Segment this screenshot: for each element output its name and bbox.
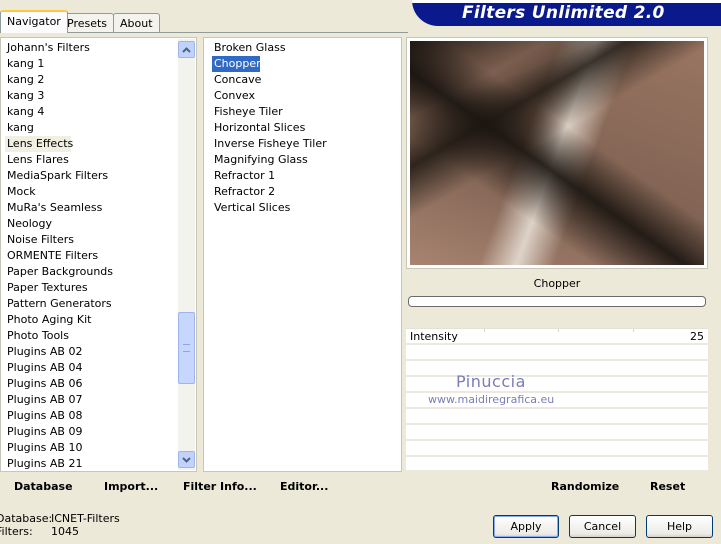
category-item[interactable]: MediaSpark Filters <box>7 168 178 184</box>
arrow-up-icon <box>182 46 191 53</box>
database-button[interactable]: Database <box>14 479 73 495</box>
filter-list-panel[interactable]: Broken Glass Chopper Concave Convex Fisheye … <box>203 37 402 472</box>
tab-navigator[interactable]: Navigator <box>0 10 68 33</box>
slider-tick <box>633 329 634 332</box>
category-list-panel[interactable]: Johann's Filters kang 1 kang 2 kang 3 kang 4… <box>0 37 197 472</box>
param-label: Intensity <box>410 330 458 343</box>
category-item[interactable]: Lens Effects <box>5 136 73 152</box>
scroll-thumb[interactable] <box>178 312 195 384</box>
category-item[interactable]: Plugins AB 02 <box>7 344 178 360</box>
database-label: Database: <box>0 512 53 525</box>
category-item[interactable]: Pattern Generators <box>7 296 178 312</box>
category-list[interactable]: Johann's Filters kang 1 kang 2 kang 3 kang 4… <box>5 40 178 471</box>
watermark-url: www.maidiregrafica.eu <box>428 393 555 406</box>
category-item[interactable]: Paper Textures <box>7 280 178 296</box>
header-banner: Filters Unlimited 2.0 <box>412 0 721 26</box>
param-row <box>406 345 708 361</box>
category-item[interactable]: Plugins AB 04 <box>7 360 178 376</box>
slider-tick <box>484 329 485 332</box>
filter-item[interactable]: Refractor 2 <box>212 184 397 200</box>
preview-image <box>410 41 704 265</box>
tab-about[interactable]: About <box>113 13 160 32</box>
filter-item[interactable]: Vertical Slices <box>212 200 397 216</box>
scroll-down-button[interactable] <box>178 451 195 468</box>
preview-filter-name: Chopper <box>533 277 581 290</box>
category-item[interactable]: Plugins AB 21 <box>7 456 178 471</box>
category-item[interactable]: Johann's Filters <box>7 40 178 56</box>
category-item[interactable]: Photo Tools <box>7 328 178 344</box>
import-button[interactable]: Import... <box>104 479 158 495</box>
param-row[interactable]: Intensity 25 <box>406 329 708 345</box>
category-item[interactable]: Plugins AB 09 <box>7 424 178 440</box>
scroll-up-button[interactable] <box>178 41 195 58</box>
category-item[interactable]: kang 3 <box>7 88 178 104</box>
category-scrollbar[interactable] <box>178 39 195 470</box>
filter-item[interactable]: Refractor 1 <box>212 168 397 184</box>
category-item[interactable]: kang 2 <box>7 72 178 88</box>
filter-item[interactable]: Magnifying Glass <box>212 152 397 168</box>
filter-item[interactable]: Chopper <box>212 56 261 72</box>
category-item[interactable]: Neology <box>7 216 178 232</box>
category-item[interactable]: kang <box>7 120 178 136</box>
category-item[interactable]: ORMENTE Filters <box>7 248 178 264</box>
cancel-button[interactable]: Cancel <box>569 515 636 538</box>
database-value: ICNET-Filters <box>51 512 120 525</box>
category-item[interactable]: MuRa's Seamless <box>7 200 178 216</box>
slider-tick <box>558 329 559 332</box>
help-button[interactable]: Help <box>646 515 713 538</box>
category-item[interactable]: Paper Backgrounds <box>7 264 178 280</box>
filter-list[interactable]: Broken Glass Chopper Concave Convex Fisheye … <box>212 40 397 216</box>
filter-item[interactable]: Concave <box>212 72 397 88</box>
param-value[interactable]: 25 <box>690 329 704 345</box>
editor-button[interactable]: Editor... <box>280 479 328 495</box>
category-item[interactable]: Photo Aging Kit <box>7 312 178 328</box>
param-row <box>406 409 708 425</box>
param-row <box>406 361 708 377</box>
param-row <box>406 377 708 393</box>
preview-frame <box>406 37 708 269</box>
database-info: Database: ICNET-Filters Filters: 1045 <box>0 512 160 538</box>
tab-presets[interactable]: Presets <box>60 13 115 32</box>
filter-item[interactable]: Horizontal Slices <box>212 120 397 136</box>
filter-item[interactable]: Broken Glass <box>212 40 397 56</box>
filter-item[interactable]: Inverse Fisheye Tiler <box>212 136 397 152</box>
watermark-name: Pinuccia <box>456 372 526 391</box>
filter-item[interactable]: Convex <box>212 88 397 104</box>
reset-button[interactable]: Reset <box>650 479 685 495</box>
param-row <box>406 425 708 441</box>
category-item[interactable]: kang 1 <box>7 56 178 72</box>
filters-count-value: 1045 <box>51 525 79 538</box>
randomize-button[interactable]: Randomize <box>551 479 619 495</box>
param-row <box>406 441 708 457</box>
category-item[interactable]: kang 4 <box>7 104 178 120</box>
app-title: Filters Unlimited 2.0 <box>462 3 665 23</box>
progress-bar <box>408 296 706 307</box>
arrow-down-icon <box>182 456 191 463</box>
filter-item[interactable]: Fisheye Tiler <box>212 104 397 120</box>
category-item[interactable]: Plugins AB 08 <box>7 408 178 424</box>
category-item[interactable]: Mock <box>7 184 178 200</box>
apply-button[interactable]: Apply <box>493 515 559 538</box>
category-item[interactable]: Plugins AB 10 <box>7 440 178 456</box>
category-item[interactable]: Lens Flares <box>7 152 178 168</box>
filters-count-label: Filters: <box>0 525 33 538</box>
category-item[interactable]: Plugins AB 06 <box>7 376 178 392</box>
category-item[interactable]: Plugins AB 07 <box>7 392 178 408</box>
category-item[interactable]: Noise Filters <box>7 232 178 248</box>
filter-info-button[interactable]: Filter Info... <box>183 479 257 495</box>
